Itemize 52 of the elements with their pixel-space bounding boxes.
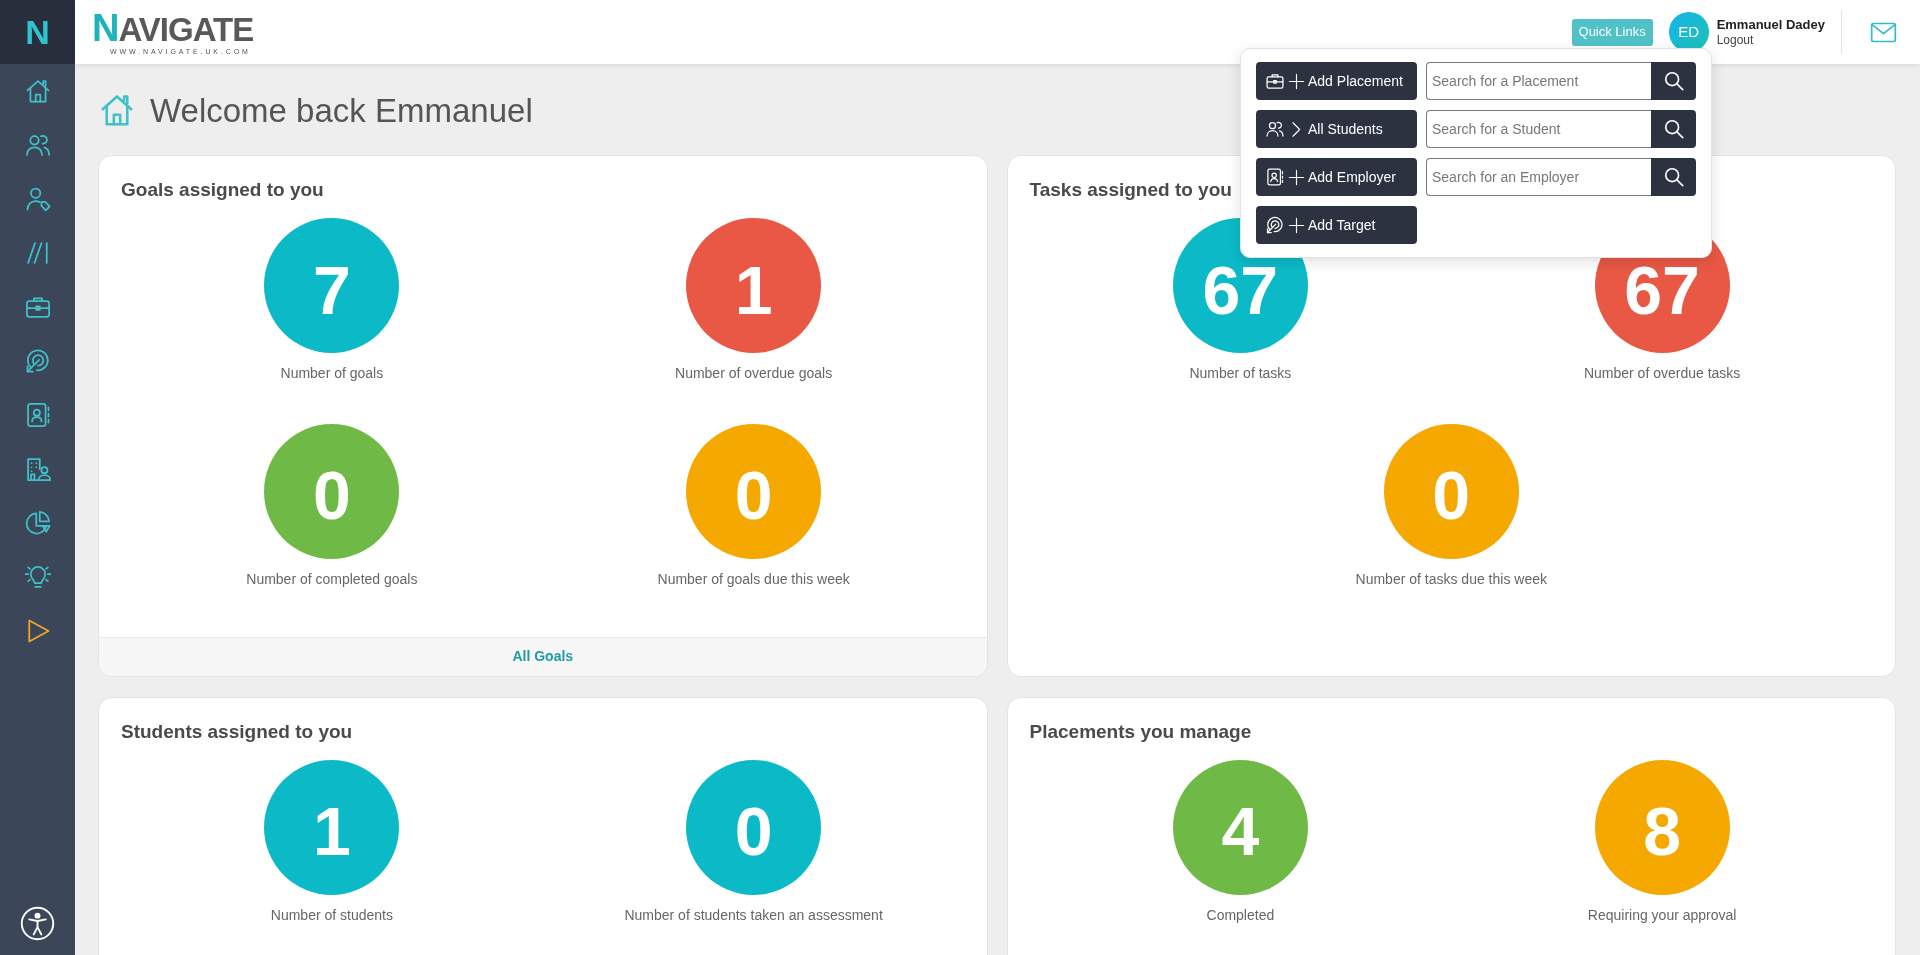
logout-link[interactable]: Logout — [1716, 32, 1825, 47]
quick-link-button[interactable]: Add Target — [1256, 206, 1417, 244]
pie-chart-icon[interactable] — [23, 509, 52, 537]
plus-icon — [1288, 72, 1305, 90]
search-button[interactable] — [1651, 62, 1696, 100]
quick-link-button[interactable]: All Students — [1256, 110, 1417, 148]
search-icon — [1662, 118, 1685, 140]
stat-circle: 0 — [264, 423, 400, 559]
search-button[interactable] — [1651, 110, 1696, 148]
lightbulb-icon[interactable] — [23, 563, 52, 591]
stat-circle: 0 — [686, 423, 822, 559]
stat-label: Number of tasks — [1189, 365, 1292, 382]
search-icon — [1662, 166, 1685, 188]
stat-label: Requiring your approval — [1587, 906, 1737, 924]
search-icon — [1662, 70, 1685, 92]
search-field[interactable]: Search for a Student — [1426, 110, 1651, 148]
logo-wordmark: NAVIGATE — [92, 9, 254, 47]
card-title: Students assigned to you — [121, 719, 353, 744]
stat-circle: 4 — [1172, 759, 1308, 895]
stat-label: Number of goals — [280, 365, 384, 382]
stat-circle: 1 — [686, 218, 822, 353]
search-button[interactable] — [1651, 158, 1696, 196]
quick-link-button[interactable]: Add Employer — [1256, 158, 1417, 196]
stat-label: Number of students — [270, 906, 393, 924]
stat-label: Number of completed goals — [246, 570, 418, 588]
stat-label: Number of students taken an assessment — [624, 906, 883, 924]
card-title: Placements you manage — [1029, 719, 1252, 744]
stat-circle: 7 — [264, 218, 400, 353]
stat-label: Number of overdue goals — [675, 365, 833, 382]
stat-label: Number of goals due this week — [657, 570, 850, 588]
sidebar-logo: N — [0, 0, 75, 64]
card-title: Goals assigned to you — [121, 178, 324, 202]
contact-card-icon — [1265, 167, 1285, 187]
accessibility-icon[interactable] — [20, 906, 55, 941]
search-field[interactable]: Search for a Placement — [1426, 62, 1651, 100]
stat-circle: 0 — [686, 759, 822, 895]
stat-circle: 8 — [1594, 759, 1730, 895]
quick-link-button[interactable]: Add Placement — [1256, 62, 1417, 100]
card-title: Tasks assigned to you — [1029, 178, 1232, 202]
plus-icon — [1288, 216, 1305, 234]
stat-label: Number of tasks due this week — [1355, 570, 1547, 588]
user-name: Emmanuel Dadey — [1716, 17, 1825, 33]
stat-circle: 1 — [264, 759, 400, 895]
stat-label: Completed — [1206, 906, 1275, 924]
briefcase-icon — [1265, 71, 1285, 91]
users-icon — [1265, 119, 1285, 139]
stat-label: Number of overdue tasks — [1583, 365, 1741, 382]
page-title: Welcome back Emmanuel — [150, 93, 533, 127]
plus-icon — [1288, 168, 1305, 186]
search-field[interactable]: Search for an Employer — [1426, 158, 1651, 196]
stat-circle: 0 — [1383, 423, 1519, 559]
target-icon — [1265, 215, 1285, 235]
